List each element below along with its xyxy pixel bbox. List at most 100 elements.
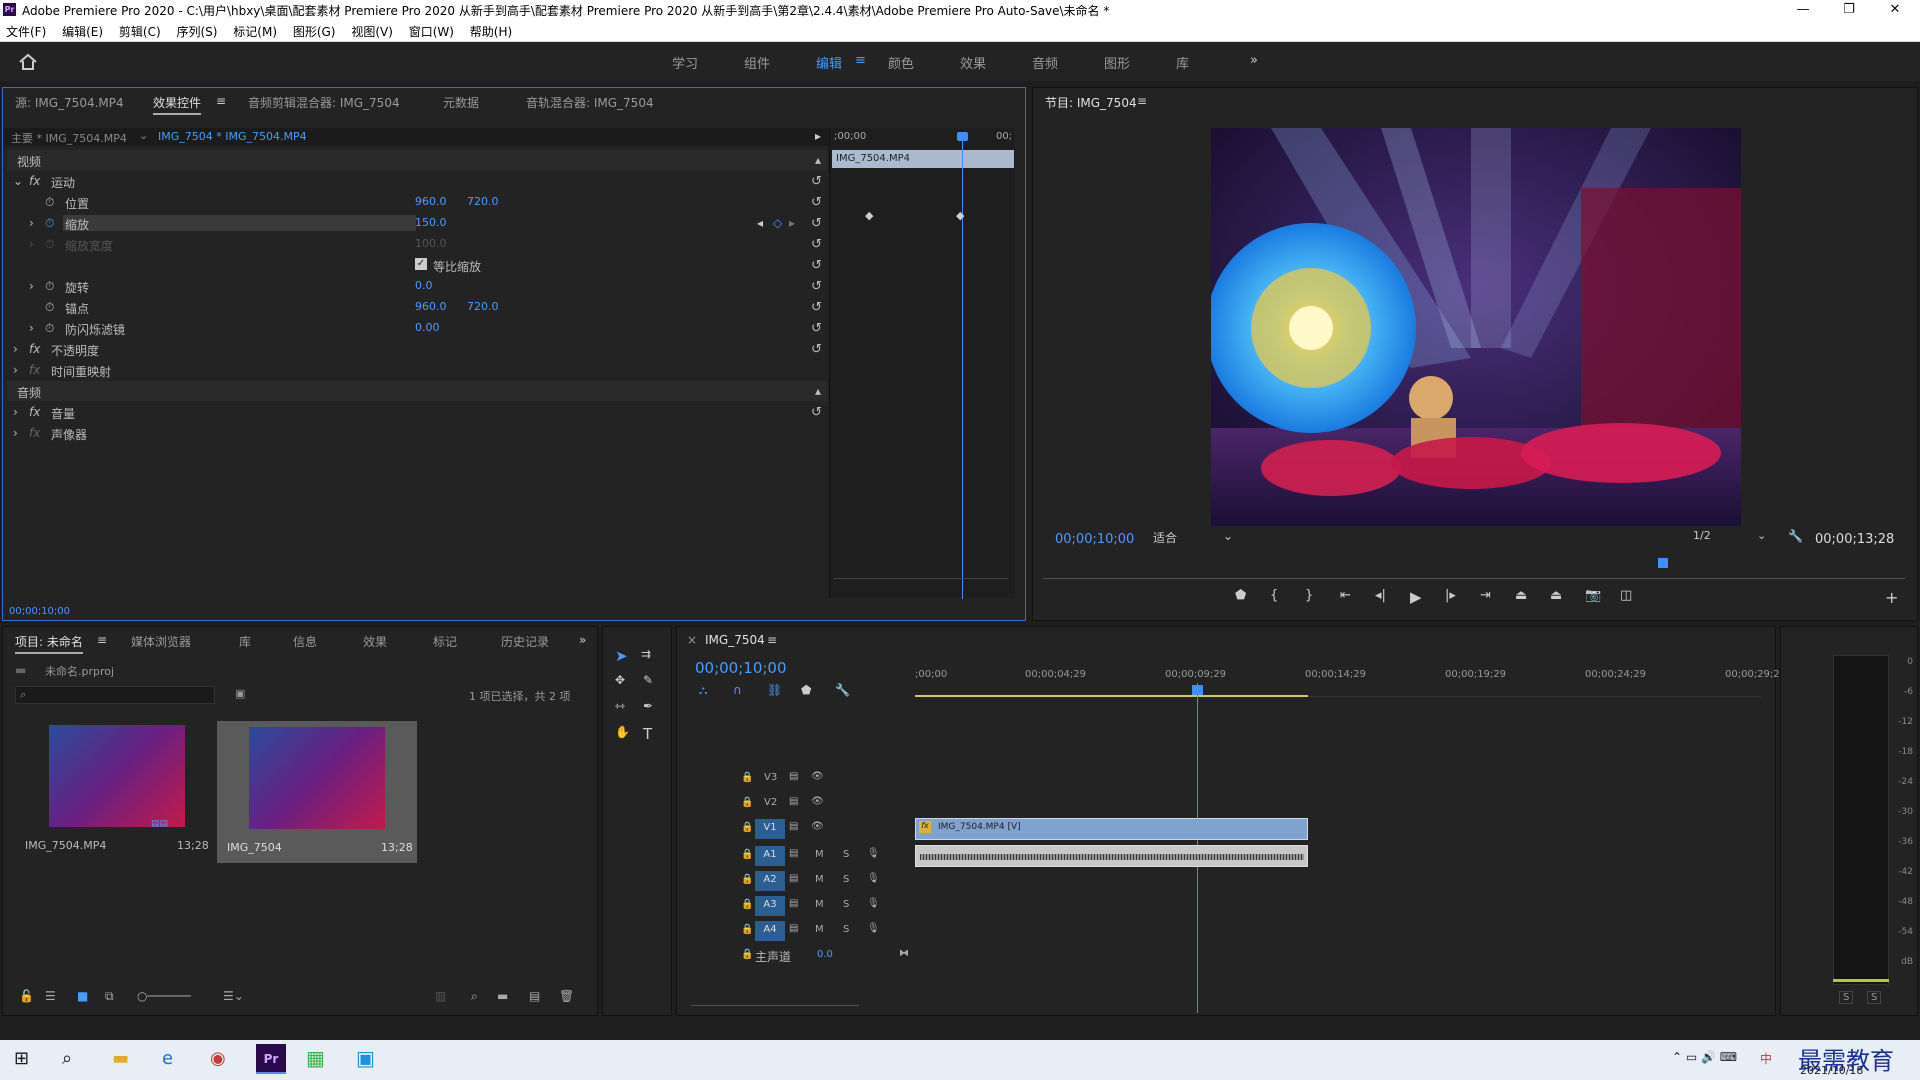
file-explorer-icon[interactable]: ▬ xyxy=(112,1048,129,1069)
hand-tool-icon[interactable]: ✋ xyxy=(615,725,630,739)
tab-effects[interactable]: 效果 xyxy=(363,633,387,650)
type-tool-icon[interactable]: T xyxy=(643,725,652,743)
workspace-learn[interactable]: 学习 xyxy=(672,53,698,72)
effect-panner[interactable]: › fx 声像器 xyxy=(7,423,827,443)
param-uniform-scale[interactable]: ✓ 等比缩放 ↺ xyxy=(7,255,827,275)
program-title[interactable]: 节目: IMG_7504 xyxy=(1045,94,1137,111)
add-marker-icon[interactable]: ⬟ xyxy=(801,683,811,697)
tab-metadata[interactable]: 元数据 xyxy=(443,94,479,111)
horizontal-zoom-bar[interactable] xyxy=(691,1005,859,1006)
freeform-view-icon[interactable]: ⧉ xyxy=(105,989,114,1004)
snap-icon[interactable]: ∩ xyxy=(733,683,742,697)
tab-libraries[interactable]: 库 xyxy=(239,633,251,650)
go-to-in-icon[interactable]: ⇤ xyxy=(1340,588,1351,603)
track-a2[interactable]: 🔒 A2 ▤ M S 🎙 xyxy=(731,869,961,893)
compare-view-icon[interactable]: ◫ xyxy=(1620,588,1632,603)
extract-icon[interactable]: ⏏ xyxy=(1550,588,1562,603)
menu-graphics[interactable]: 图形(G) xyxy=(287,20,342,40)
search-icon[interactable]: ⌕ xyxy=(62,1048,72,1069)
mini-zoom-bar[interactable] xyxy=(834,578,1008,579)
razor-tool-icon[interactable]: ✎ xyxy=(643,673,653,687)
tab-project[interactable]: 项目: 未命名 xyxy=(15,633,83,654)
track-master[interactable]: 🔒 主声道 0.0 ⧓ xyxy=(731,944,961,968)
automate-icon[interactable]: ▥ xyxy=(435,989,446,1003)
param-rotation[interactable]: › ⏱ 旋转 0.0 ↺ xyxy=(7,276,827,296)
tab-effect-controls[interactable]: 效果控件 xyxy=(153,94,202,115)
workspace-color[interactable]: 颜色 xyxy=(888,53,914,72)
home-icon[interactable] xyxy=(18,53,38,71)
maximize-button[interactable]: ❐ xyxy=(1826,0,1872,20)
panel-menu-icon[interactable]: ≡ xyxy=(97,633,107,647)
project-search-input[interactable]: ⌕ xyxy=(15,686,215,704)
track-v2[interactable]: 🔒 V2 ▤ 👁 xyxy=(731,792,961,816)
param-position[interactable]: ⏱ 位置 960.0 720.0 ↺ xyxy=(7,192,827,212)
program-playhead[interactable] xyxy=(1658,558,1668,568)
tab-source[interactable]: 源: IMG_7504.MP4 xyxy=(15,94,124,111)
menu-edit[interactable]: 编辑(E) xyxy=(56,20,109,40)
param-scale[interactable]: › ⏱ 缩放 150.0 ◂ ◇ ▸ ↺ xyxy=(7,213,827,233)
slip-tool-icon[interactable]: ⇿ xyxy=(615,699,625,713)
menu-clip[interactable]: 剪辑(C) xyxy=(113,20,167,40)
tab-audio-track-mixer[interactable]: 音轨混合器: IMG_7504 xyxy=(526,94,654,111)
wrench-icon[interactable]: 🔧 xyxy=(1788,529,1803,543)
param-anchor[interactable]: ⏱ 锚点 960.0 720.0 ↺ xyxy=(7,297,827,317)
close-button[interactable]: ✕ xyxy=(1872,0,1918,20)
program-scrub-bar[interactable] xyxy=(1043,578,1905,579)
param-flicker[interactable]: › ⏱ 防闪烁滤镜 0.00 ↺ xyxy=(7,318,827,338)
clip-label[interactable]: IMG_7504 * IMG_7504.MP4 xyxy=(158,130,307,143)
new-bin-from-search-icon[interactable]: ▣ xyxy=(235,687,245,700)
panel-menu-icon[interactable]: ≡ xyxy=(216,94,226,108)
selection-tool-icon[interactable]: ➤ xyxy=(615,647,628,665)
close-tab-icon[interactable]: × xyxy=(687,633,697,647)
add-marker-icon[interactable]: ⬟ xyxy=(1235,588,1246,603)
timeline-ruler[interactable]: ;00;00 00;00;04;29 00;00;09;29 00;00;14;… xyxy=(915,667,1786,697)
new-bin-icon[interactable]: ▬ xyxy=(497,989,508,1003)
app-icon[interactable]: ▣ xyxy=(356,1046,375,1070)
zoom-slider[interactable]: ○────── xyxy=(137,989,191,1003)
workspace-menu-icon[interactable]: ≡ xyxy=(855,53,866,68)
windows-start-icon[interactable]: ⊞ xyxy=(14,1048,29,1069)
timeline-playhead-handle[interactable] xyxy=(1192,685,1203,695)
new-item-icon[interactable]: ▤ xyxy=(529,989,540,1003)
go-to-out-icon[interactable]: ⇥ xyxy=(1480,588,1491,603)
track-a4[interactable]: 🔒 A4 ▤ M S 🎙 xyxy=(731,919,961,943)
more-tabs-icon[interactable]: » xyxy=(579,633,586,647)
mark-out-icon[interactable]: } xyxy=(1305,588,1313,603)
tab-history[interactable]: 历史记录 xyxy=(501,633,549,650)
menu-marker[interactable]: 标记(M) xyxy=(227,20,283,40)
audio-clip[interactable] xyxy=(915,845,1308,867)
project-item-selected[interactable]: IMG_7504 13;28 xyxy=(217,721,417,863)
effect-timecode[interactable]: 00;00;10;00 xyxy=(9,606,70,617)
tab-sequence[interactable]: IMG_7504 xyxy=(705,633,765,647)
nest-icon[interactable]: ⛬ xyxy=(699,683,707,698)
menu-view[interactable]: 视图(V) xyxy=(345,20,399,40)
workspace-libraries[interactable]: 库 xyxy=(1176,53,1189,72)
play-only-icon[interactable]: ▸ xyxy=(815,129,821,143)
sort-icon[interactable]: ☰⌄ xyxy=(223,989,244,1003)
timeline-timecode[interactable]: 00;00;10;00 xyxy=(695,659,787,677)
vertical-scrollbar[interactable] xyxy=(1767,667,1773,1007)
effect-mini-timeline[interactable]: ;00;00 00; IMG_7504.MP4 ◆ ◆ xyxy=(829,128,1015,599)
project-item[interactable]: ▤▤ IMG_7504.MP4 13;28 xyxy=(15,721,211,863)
app-icon[interactable]: ▦ xyxy=(306,1046,325,1070)
fit-dropdown[interactable]: 适合 ⌄ xyxy=(1153,529,1241,547)
mini-tl-clip[interactable]: IMG_7504.MP4 xyxy=(832,150,1014,168)
program-timecode[interactable]: 00;00;10;00 xyxy=(1055,532,1134,547)
step-back-icon[interactable]: ◂| xyxy=(1375,588,1386,603)
system-tray-icons[interactable]: ⌃ ▭ 🔊 ⌨ xyxy=(1672,1050,1737,1064)
panel-menu-icon[interactable]: ≡ xyxy=(1137,94,1147,108)
tab-media-browser[interactable]: 媒体浏览器 xyxy=(131,633,191,650)
lift-icon[interactable]: ⏏ xyxy=(1515,588,1527,603)
tab-audio-clip-mixer[interactable]: 音频剪辑混合器: IMG_7504 xyxy=(248,94,400,111)
solo-left-button[interactable]: S xyxy=(1839,991,1854,1004)
keyframe-diamond-icon[interactable]: ◆ xyxy=(956,209,964,222)
workspace-audio[interactable]: 音频 xyxy=(1032,53,1058,72)
menu-sequence[interactable]: 序列(S) xyxy=(170,20,223,40)
ripple-edit-tool-icon[interactable]: ✥ xyxy=(615,673,625,687)
master-clip-label[interactable]: 主要 * IMG_7504.MP4 xyxy=(11,130,127,146)
more-workspaces-icon[interactable]: » xyxy=(1250,53,1258,68)
effect-opacity[interactable]: › fx 不透明度 ↺ xyxy=(7,339,827,359)
solo-right-button[interactable]: S xyxy=(1867,991,1882,1004)
pen-tool-icon[interactable]: ✒ xyxy=(643,699,653,713)
effect-volume[interactable]: › fx 音量 ↺ xyxy=(7,402,827,422)
